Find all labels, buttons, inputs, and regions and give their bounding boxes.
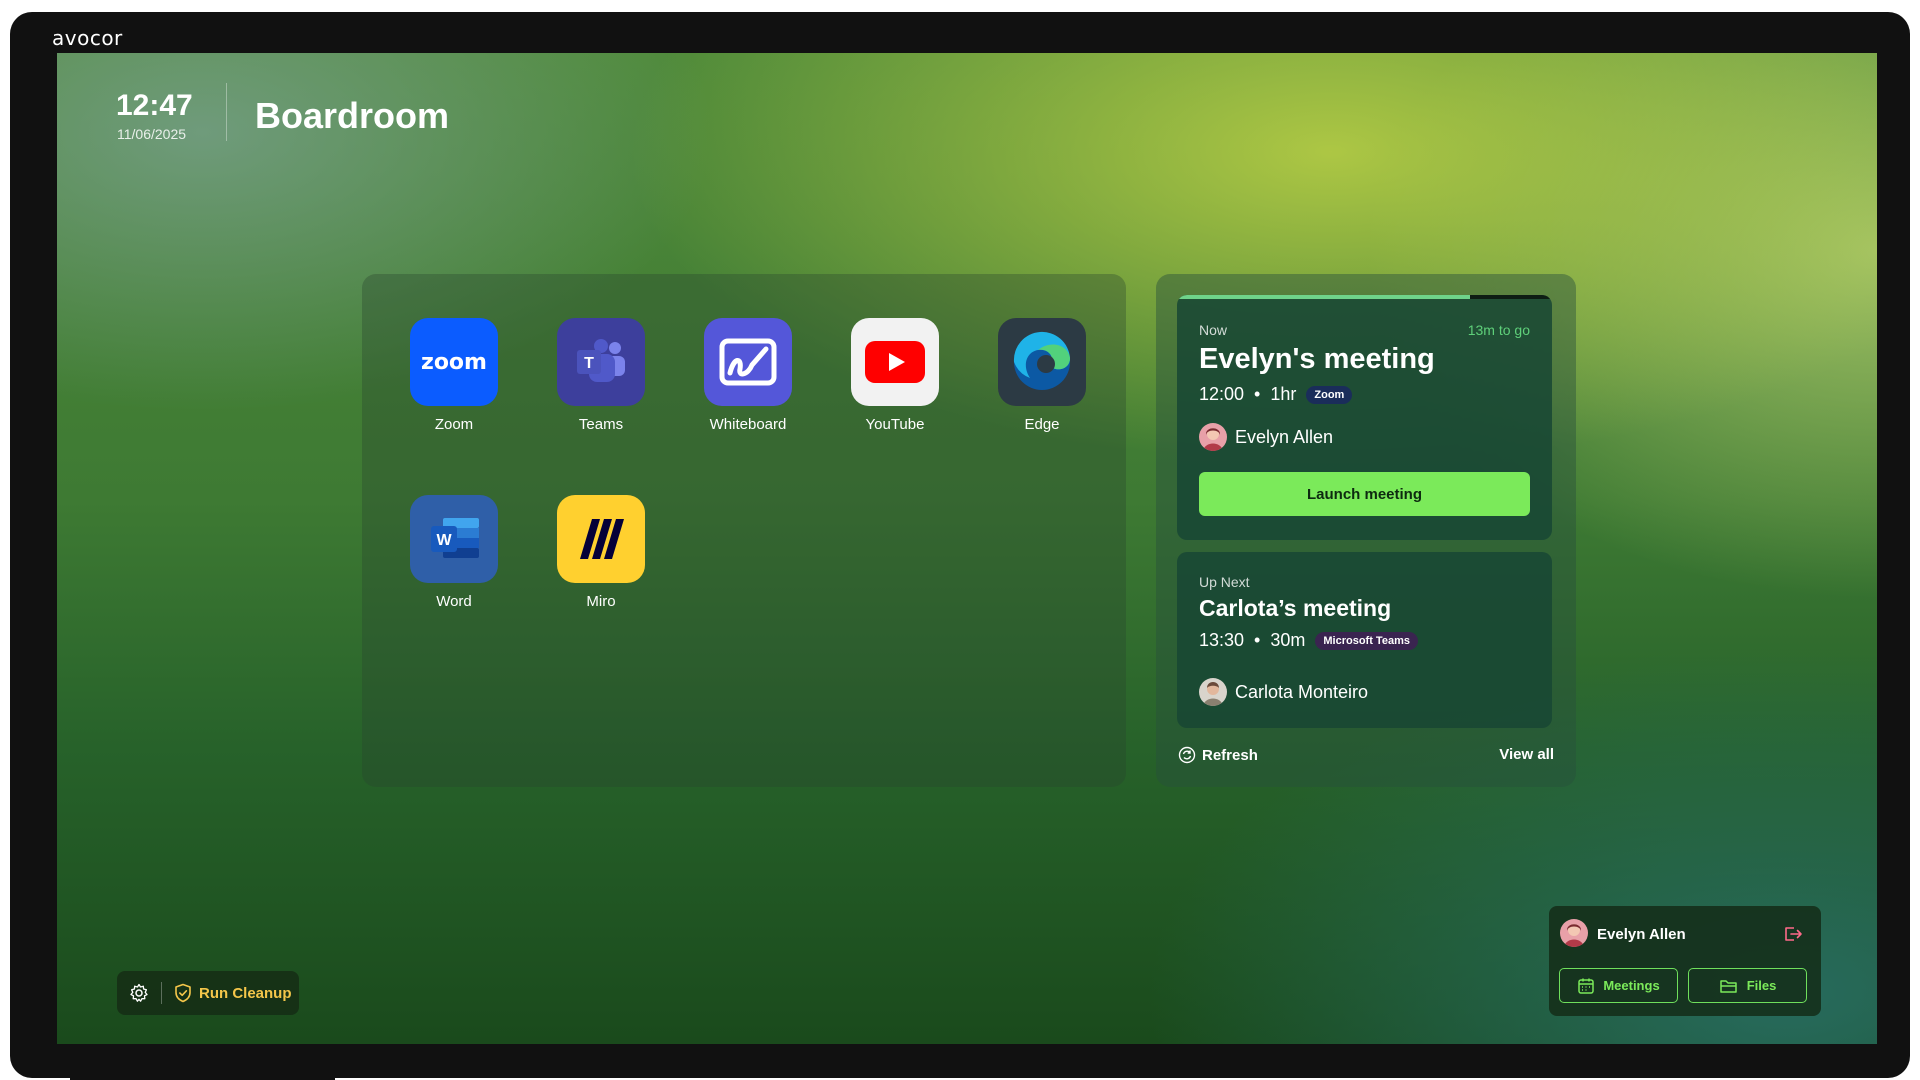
svg-text:W: W	[436, 532, 452, 549]
word-icon: W	[410, 495, 498, 583]
app-whiteboard[interactable]: Whiteboard	[678, 318, 818, 433]
teams-icon: T	[557, 318, 645, 406]
edge-icon	[998, 318, 1086, 406]
calendar-icon	[1578, 978, 1595, 994]
meetings-panel: Now 13m to go Evelyn's meeting 12:00 • 1…	[1156, 274, 1576, 787]
youtube-icon	[851, 318, 939, 406]
clock-time: 12:47	[116, 89, 193, 122]
next-meeting-card[interactable]: Up Next Carlota’s meeting 13:30 • 30m Mi…	[1177, 552, 1552, 728]
now-label: Now	[1199, 322, 1228, 338]
sign-out-button[interactable]	[1783, 925, 1803, 948]
room-name: Boardroom	[255, 95, 450, 136]
meeting-start: 13:30	[1199, 630, 1245, 650]
sign-out-icon	[1785, 927, 1802, 941]
next-meeting-time: 13:30 • 30m Microsoft Teams	[1199, 630, 1418, 651]
avatar	[1199, 423, 1227, 451]
app-label: Teams	[578, 416, 624, 433]
up-next-label: Up Next	[1199, 574, 1250, 590]
current-meeting-card[interactable]: Now 13m to go Evelyn's meeting 12:00 • 1…	[1177, 295, 1552, 540]
header-divider	[226, 83, 227, 141]
app-label: YouTube	[865, 416, 925, 433]
current-meeting-time: 12:00 • 1hr Zoom	[1199, 384, 1353, 405]
home-screen: 12:47 11/06/2025 Boardroom zoom Zoom T T	[57, 53, 1877, 1044]
meeting-progress-bar	[1177, 295, 1552, 299]
files-button[interactable]: Files	[1688, 968, 1807, 1003]
app-zoom[interactable]: zoom Zoom	[384, 318, 524, 433]
app-edge[interactable]: Edge	[972, 318, 1112, 433]
launch-meeting-button[interactable]: Launch meeting	[1199, 472, 1530, 516]
zoom-icon: zoom	[410, 318, 498, 406]
settings-button[interactable]	[117, 971, 161, 1015]
user-name: Evelyn Allen	[1597, 926, 1686, 943]
app-label: Word	[436, 593, 472, 610]
gear-icon	[130, 983, 148, 1002]
app-youtube[interactable]: YouTube	[825, 318, 965, 433]
dot-separator: •	[1254, 630, 1261, 650]
app-miro[interactable]: Miro	[531, 495, 671, 610]
next-meeting-title: Carlota’s meeting	[1199, 595, 1392, 621]
app-word[interactable]: W Word	[384, 495, 524, 610]
apps-panel: zoom Zoom T Teams Whiteboard YouTube Edg…	[362, 274, 1126, 787]
next-meeting-host: Carlota Monteiro	[1199, 678, 1368, 706]
host-name: Evelyn Allen	[1235, 426, 1334, 447]
meetings-button[interactable]: Meetings	[1559, 968, 1678, 1003]
whiteboard-icon	[704, 318, 792, 406]
refresh-icon	[1178, 746, 1196, 764]
svg-text:T: T	[584, 355, 594, 372]
dot-separator: •	[1254, 384, 1261, 404]
display-stand	[70, 1075, 335, 1080]
files-label: Files	[1746, 978, 1777, 993]
brand-logo: avocor	[52, 26, 123, 50]
meetings-label: Meetings	[1603, 978, 1660, 993]
platform-badge: Microsoft Teams	[1315, 631, 1418, 650]
meeting-duration: 1hr	[1270, 384, 1297, 404]
view-all-link[interactable]: View all	[1499, 746, 1554, 763]
folder-icon	[1719, 979, 1737, 993]
current-meeting-title: Evelyn's meeting	[1199, 343, 1435, 375]
platform-badge: Zoom	[1306, 385, 1353, 404]
avatar	[1199, 678, 1227, 706]
app-label: Zoom	[434, 416, 474, 433]
time-remaining: 13m to go	[1467, 322, 1530, 338]
host-name: Carlota Monteiro	[1235, 681, 1369, 702]
clock-date: 11/06/2025	[117, 126, 187, 142]
meeting-start: 12:00	[1199, 384, 1245, 404]
miro-icon	[557, 495, 645, 583]
app-label: Miro	[586, 593, 616, 610]
refresh-label: Refresh	[1202, 746, 1258, 764]
meeting-duration: 30m	[1270, 630, 1306, 650]
run-cleanup-label: Run Cleanup	[199, 984, 292, 1002]
app-teams[interactable]: T Teams	[531, 318, 671, 433]
app-label: Edge	[1024, 416, 1060, 433]
shield-check-icon	[175, 983, 191, 1003]
current-meeting-host: Evelyn Allen	[1199, 423, 1333, 451]
system-toolbar: Run Cleanup	[117, 971, 299, 1015]
run-cleanup-button[interactable]: Run Cleanup	[162, 983, 292, 1003]
refresh-button[interactable]: Refresh	[1178, 746, 1258, 764]
avatar	[1560, 919, 1588, 947]
user-panel: Evelyn Allen Meetings Files	[1549, 906, 1821, 1016]
app-label: Whiteboard	[709, 416, 787, 433]
meeting-progress-fill	[1177, 295, 1470, 299]
